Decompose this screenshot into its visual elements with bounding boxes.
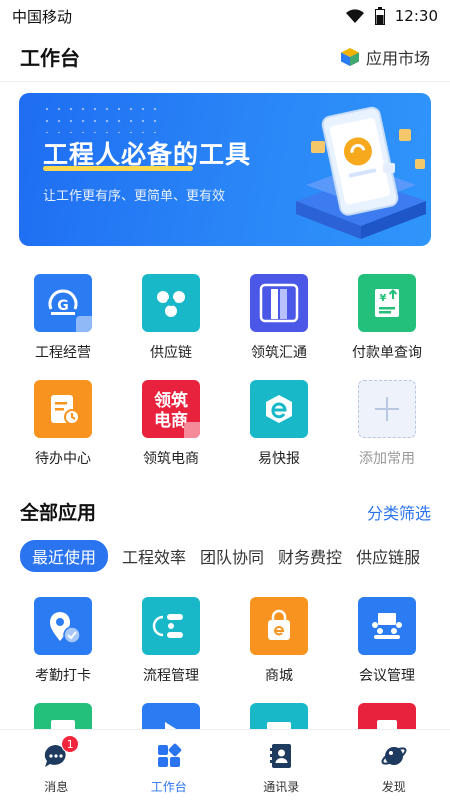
tab-label: 工作台 — [150, 780, 187, 794]
discover-icon — [380, 742, 408, 770]
app-label: 商城 — [265, 668, 293, 684]
add-common-button[interactable]: 添加常用 — [333, 380, 441, 468]
tab-contacts[interactable]: 通讯录 — [225, 730, 338, 800]
common-apps-row-1: G 工程经营 供应链 领筑汇通 ¥ 付款单查询 — [0, 274, 450, 362]
category-filter-link[interactable]: 分类筛选 — [367, 500, 431, 524]
shopping-bag-icon — [250, 597, 308, 655]
app-label: 添加常用 — [359, 451, 415, 467]
yikuaibao-icon — [250, 380, 308, 438]
svg-text:电商: 电商 — [154, 410, 188, 431]
all-apps-row-1: 考勤打卡 流程管理 商城 会议管理 — [0, 597, 450, 685]
workbench-icon — [155, 742, 183, 770]
lingzhu-huitong-icon — [250, 274, 308, 332]
app-tile-lingzhu-huitong[interactable]: 领筑汇通 — [225, 274, 333, 362]
app-tile-attendance[interactable]: 考勤打卡 — [9, 597, 117, 685]
unread-badge: 1 — [61, 735, 80, 753]
status-bar: 中国移动 12:30 — [0, 0, 450, 32]
app-tile-todo-center[interactable]: 待办中心 — [9, 380, 117, 468]
banner-subtitle: 让工作更有序、更简单、更有效 — [43, 189, 226, 204]
app-market-button[interactable]: 应用市场 — [340, 45, 430, 69]
cube-icon — [340, 47, 359, 66]
category-tabs: 最近使用 工程效率 团队协同 财务费控 供应链服 — [20, 540, 420, 572]
message-icon: 1 — [42, 735, 80, 770]
clock: 12:30 — [394, 7, 438, 25]
supply-chain-icon — [142, 274, 200, 332]
tab-team-collaboration[interactable]: 团队协同 — [200, 540, 264, 572]
app-label: 供应链 — [150, 345, 192, 361]
app-tile-payment-query[interactable]: ¥ 付款单查询 — [333, 274, 441, 362]
payment-query-icon: ¥ — [358, 274, 416, 332]
add-icon — [358, 380, 416, 438]
tab-finance-cost[interactable]: 财务费控 — [278, 540, 342, 572]
app-label: 会议管理 — [359, 668, 415, 684]
svg-text:G: G — [57, 298, 69, 314]
banner-underline — [43, 166, 193, 171]
app-tile-mall[interactable]: 商城 — [225, 597, 333, 685]
all-apps-header: 全部应用 分类筛选 — [20, 498, 431, 525]
page-header: 工作台 应用市场 — [0, 32, 450, 82]
banner-dots — [41, 103, 161, 133]
app-label: 待办中心 — [35, 451, 91, 467]
tab-discover[interactable]: 发现 — [338, 730, 450, 800]
app-label: 流程管理 — [143, 668, 199, 684]
app-tile-ecommerce[interactable]: 领筑 电商 领筑电商 — [117, 380, 225, 468]
promo-banner[interactable]: 工程人必备的工具 让工作更有序、更简单、更有效 — [19, 93, 431, 246]
engineering-icon: G — [34, 274, 92, 332]
tab-label: 通讯录 — [263, 780, 300, 794]
common-apps-row-2: 待办中心 领筑 电商 领筑电商 易快报 添加常用 — [0, 380, 450, 468]
app-tile-engineering[interactable]: G 工程经营 — [9, 274, 117, 362]
page-title: 工作台 — [20, 46, 80, 70]
tab-workbench[interactable]: 工作台 — [113, 730, 226, 800]
bottom-tab-bar: 1 消息 工作台 通讯录 发现 — [0, 729, 450, 800]
svg-text:领筑: 领筑 — [154, 390, 188, 411]
app-label: 付款单查询 — [352, 345, 422, 361]
app-tile-meeting[interactable]: 会议管理 — [333, 597, 441, 685]
meeting-icon — [358, 597, 416, 655]
wifi-icon — [345, 9, 364, 23]
app-label: 领筑电商 — [143, 451, 199, 467]
tab-recent[interactable]: 最近使用 — [20, 540, 109, 572]
app-label: 工程经营 — [35, 345, 91, 361]
app-label: 考勤打卡 — [35, 668, 91, 684]
app-label: 领筑汇通 — [251, 345, 307, 361]
workflow-icon — [142, 597, 200, 655]
svg-text:¥: ¥ — [380, 293, 387, 304]
app-tile-workflow[interactable]: 流程管理 — [117, 597, 225, 685]
todo-center-icon — [34, 380, 92, 438]
location-check-icon — [34, 597, 92, 655]
contacts-icon — [267, 742, 295, 770]
tab-label: 消息 — [44, 780, 69, 794]
carrier-name: 中国移动 — [12, 7, 73, 26]
app-tile-supply-chain[interactable]: 供应链 — [117, 274, 225, 362]
all-apps-title: 全部应用 — [20, 502, 97, 524]
app-market-label: 应用市场 — [365, 48, 430, 68]
tab-supply-chain[interactable]: 供应链服 — [356, 540, 420, 572]
app-tile-yikuaibao[interactable]: 易快报 — [225, 380, 333, 468]
tab-label: 发现 — [381, 780, 406, 794]
app-label: 易快报 — [258, 451, 300, 467]
phone-illustration-icon — [296, 106, 426, 239]
battery-icon — [374, 7, 385, 25]
tab-engineering-efficiency[interactable]: 工程效率 — [122, 540, 186, 572]
ecommerce-icon: 领筑 电商 — [142, 380, 200, 438]
tab-messages[interactable]: 1 消息 — [0, 730, 113, 800]
